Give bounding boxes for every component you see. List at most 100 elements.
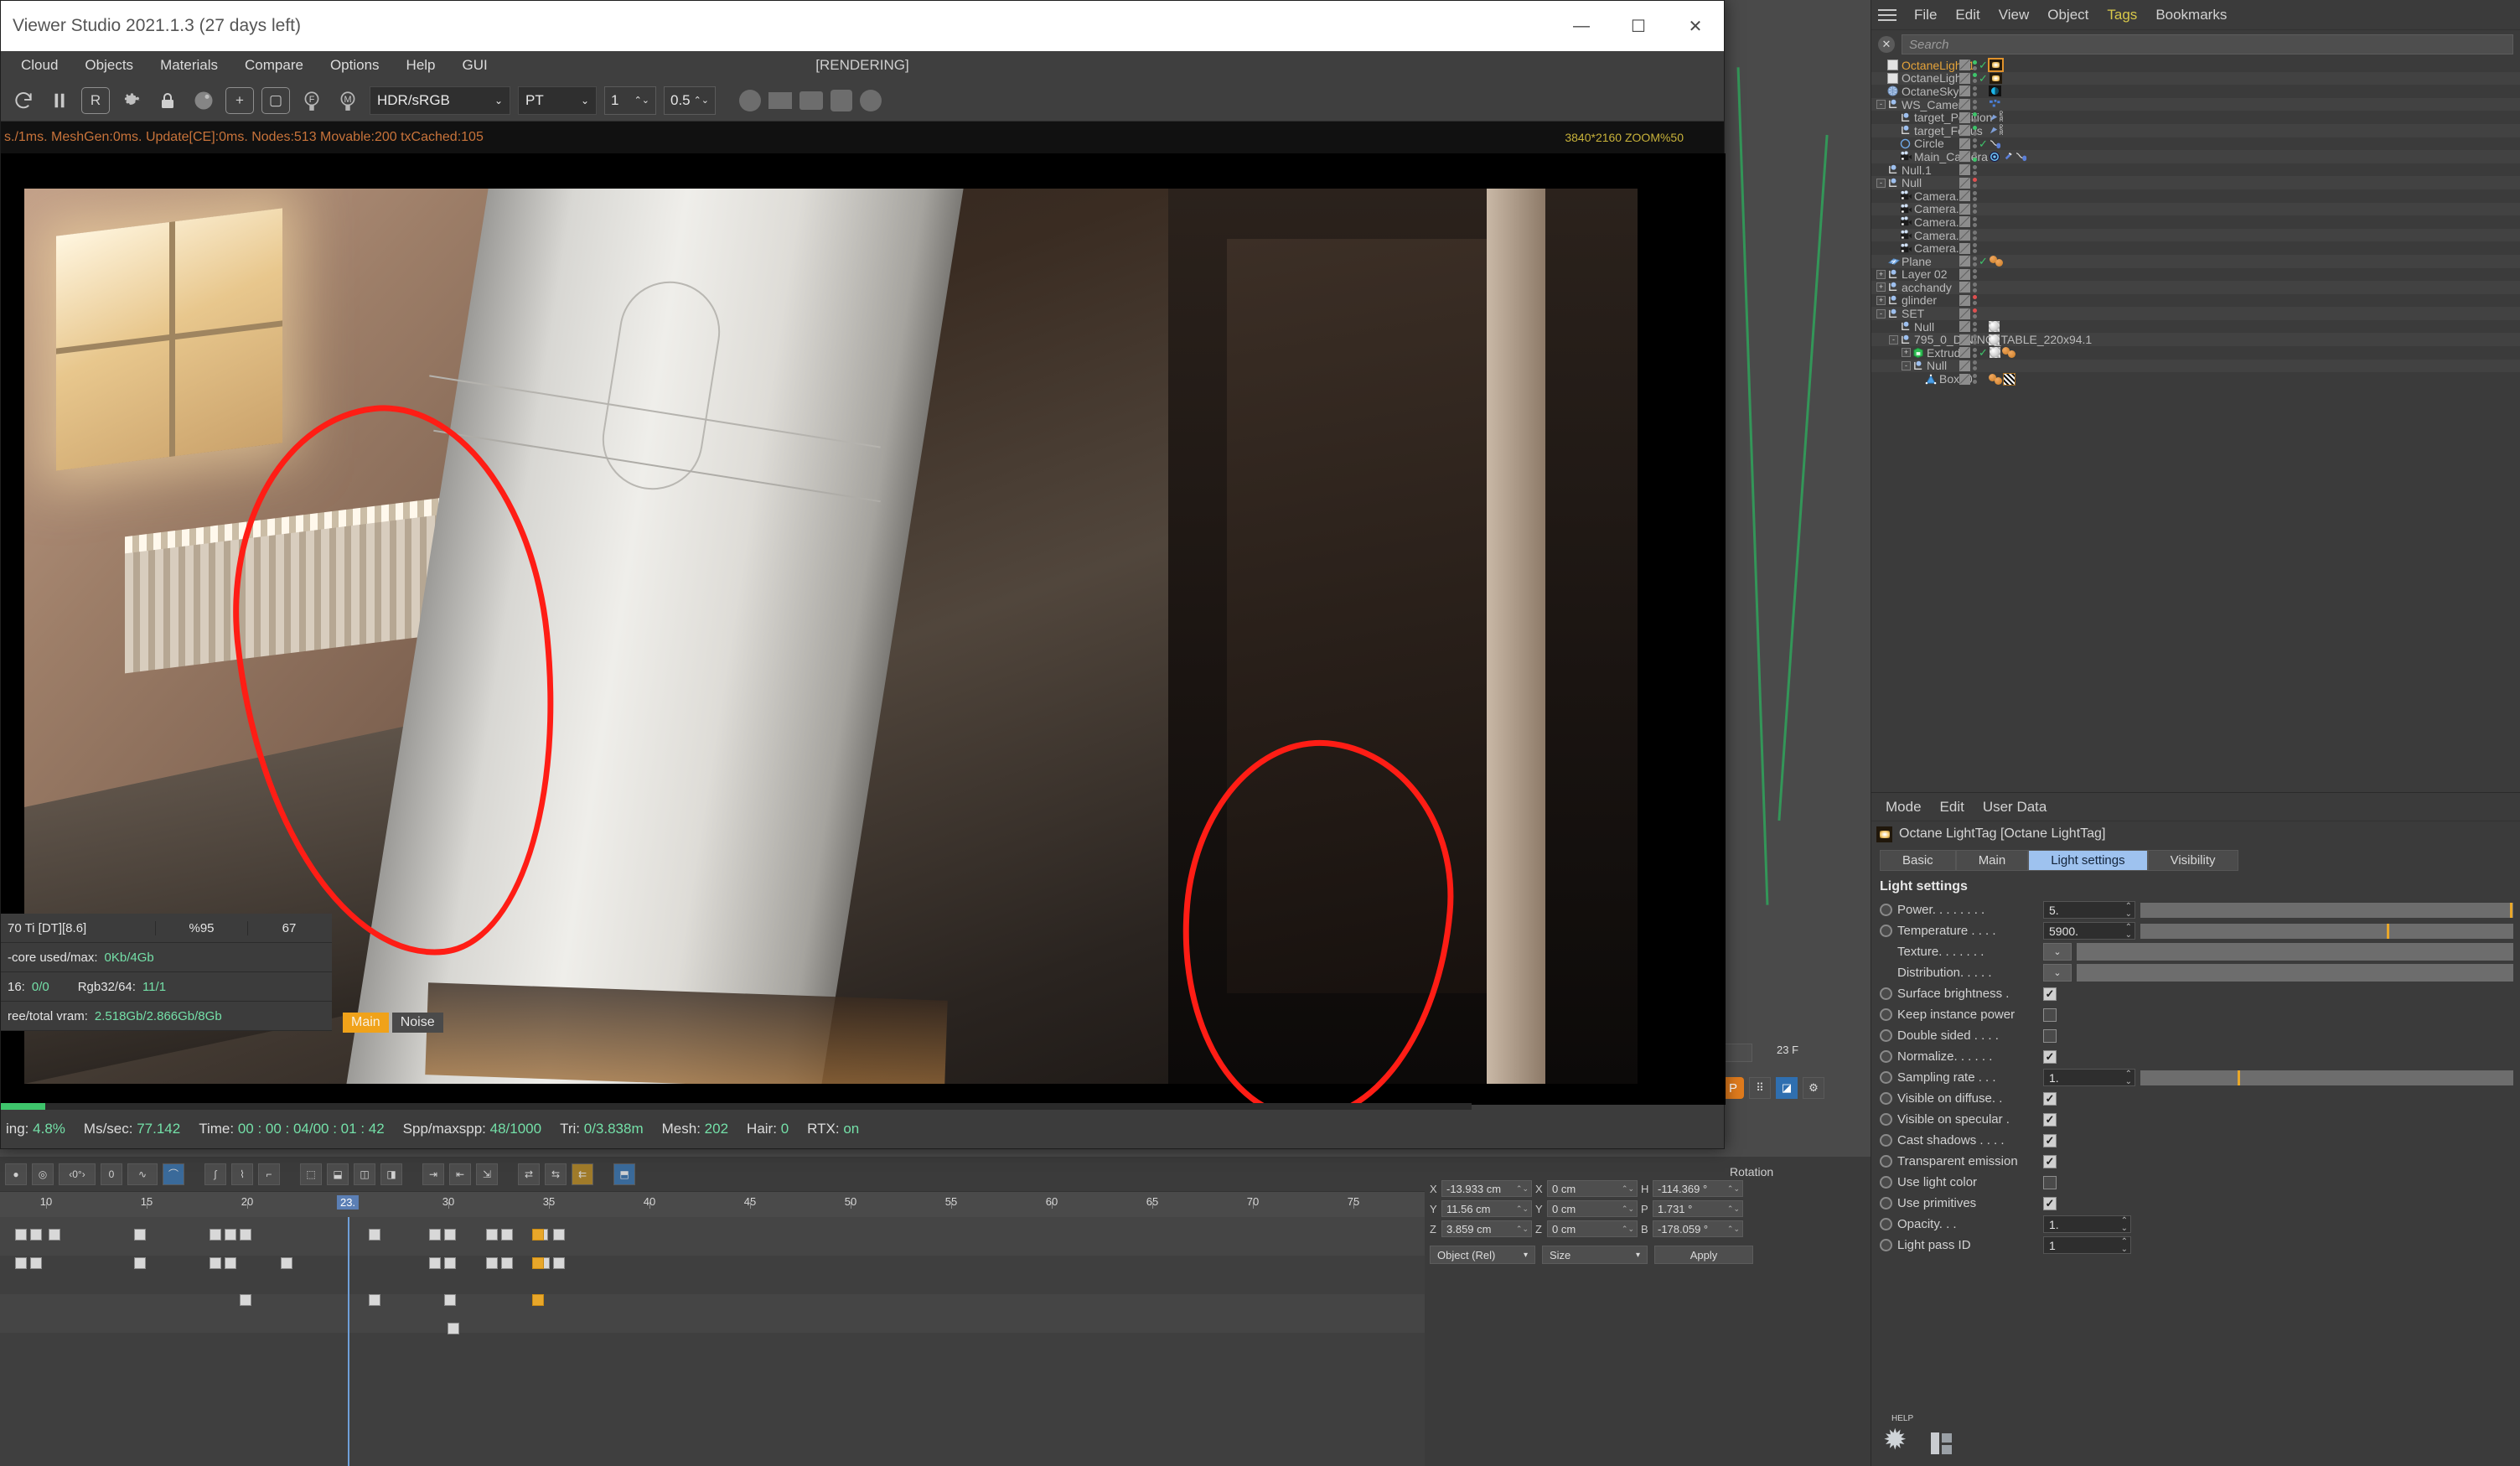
- enable-toggle-icon[interactable]: [1959, 230, 1970, 241]
- material-m-icon[interactable]: M: [334, 86, 362, 115]
- timeline-toolbar[interactable]: ● ◎ ‹0°› 0 ∿ ⌒ ∫ ⌇ ⌐ ⬚ ⬓ ◫ ◨ ⇥ ⇤ ⇲ ⇄ ⇆ ⇇…: [0, 1157, 1425, 1192]
- om-menu-file[interactable]: File: [1905, 4, 1946, 26]
- enable-toggle-icon[interactable]: [1959, 373, 1970, 385]
- hard-interp-icon[interactable]: ⌐: [258, 1163, 280, 1185]
- enable-toggle-icon[interactable]: [1959, 256, 1970, 267]
- timeline-keyframe[interactable]: [429, 1257, 441, 1269]
- timeline-keyframe[interactable]: [369, 1294, 380, 1306]
- reload-icon[interactable]: [9, 86, 38, 115]
- tree-row-tags[interactable]: ✓: [1959, 72, 2002, 84]
- param-slider[interactable]: [2140, 1070, 2513, 1085]
- visibility-dots[interactable]: [1972, 282, 1977, 293]
- param-animate-dot[interactable]: [1880, 1176, 1892, 1189]
- visibility-dots[interactable]: [1972, 73, 1977, 84]
- tree-expander[interactable]: -: [1876, 100, 1886, 110]
- enable-toggle-icon[interactable]: [1959, 203, 1970, 215]
- tree-row[interactable]: Null.1: [1871, 163, 2520, 177]
- attr-row-normalize[interactable]: Normalize. . . . . . ✓: [1871, 1046, 2520, 1067]
- param-checkbox[interactable]: ✓: [2043, 1175, 2057, 1189]
- attr-row-light-pass-id[interactable]: Light pass ID 1 ⌃ ⌄: [1871, 1235, 2520, 1256]
- enable-toggle-icon[interactable]: [1959, 111, 1970, 123]
- attr-row-temperature[interactable]: Temperature . . . . 5900. ⌃ ⌄: [1871, 920, 2520, 941]
- param-value-field[interactable]: 1. ⌃ ⌄: [2043, 1215, 2131, 1233]
- octane-grid-icon[interactable]: ⠿: [1749, 1077, 1771, 1099]
- linear-curve-icon[interactable]: ∿: [127, 1163, 158, 1185]
- enable-toggle-icon[interactable]: [1959, 164, 1970, 176]
- om-menu-view[interactable]: View: [1990, 4, 2039, 26]
- gear-icon[interactable]: [117, 86, 146, 115]
- param-animate-dot[interactable]: [1880, 1155, 1892, 1168]
- tree-row-tags[interactable]: [1959, 190, 1987, 202]
- visibility-dots[interactable]: [1972, 85, 1977, 96]
- attribute-footer-icons[interactable]: ✹ HELP: [1883, 1414, 1952, 1454]
- timeline-keyframe[interactable]: [210, 1257, 221, 1269]
- tree-row[interactable]: Circle ✓: [1871, 137, 2520, 150]
- enable-toggle-icon[interactable]: [1959, 151, 1970, 163]
- enable-toggle-icon[interactable]: [1959, 177, 1970, 189]
- timeline-keyframe[interactable]: [281, 1257, 292, 1269]
- uvw-tag[interactable]: [2003, 372, 2015, 386]
- region-tool-icon[interactable]: ⬒: [613, 1163, 635, 1185]
- attr-tab-visibility[interactable]: Visibility: [2147, 850, 2238, 871]
- param-checkbox[interactable]: ✓: [2043, 1028, 2057, 1043]
- add-icon[interactable]: +: [225, 86, 254, 114]
- enable-toggle-icon[interactable]: [1959, 294, 1970, 306]
- param-checkbox[interactable]: ✓: [2043, 1049, 2057, 1064]
- enable-toggle-icon[interactable]: [1959, 216, 1970, 228]
- tree-row[interactable]: + Layer 02: [1871, 267, 2520, 281]
- param-animate-dot[interactable]: [1880, 1050, 1892, 1063]
- tree-row-tags[interactable]: [1959, 294, 1987, 306]
- viewer-menu-objects[interactable]: Objects: [71, 57, 147, 74]
- timeline-keyframe[interactable]: [429, 1229, 441, 1241]
- tree-row[interactable]: OctaneLight.1 ✓: [1871, 58, 2520, 73]
- param-slider[interactable]: [2140, 902, 2513, 918]
- maximize-icon[interactable]: ☐: [1610, 1, 1667, 51]
- tree-row-tags[interactable]: PSR: [1959, 111, 2003, 123]
- tree-expander[interactable]: -: [1876, 308, 1886, 319]
- position-field[interactable]: 11.56 cm ⌃⌄: [1441, 1200, 1532, 1217]
- visibility-dots[interactable]: [1972, 308, 1977, 319]
- attr-row-visible-on-diffuse[interactable]: Visible on diffuse. . ✓: [1871, 1088, 2520, 1109]
- timeline-keyframe[interactable]: [134, 1257, 146, 1269]
- timeline-keyframe[interactable]: [210, 1229, 221, 1241]
- timeline-keyframe[interactable]: [486, 1257, 498, 1269]
- visibility-dots[interactable]: [1972, 125, 1977, 136]
- timeline-keyframe[interactable]: [444, 1294, 456, 1306]
- enable-toggle-icon[interactable]: [1959, 308, 1970, 319]
- enable-toggle-icon[interactable]: [1959, 334, 1970, 345]
- timeline-keyframe[interactable]: [225, 1229, 236, 1241]
- timeline-keyframe-selected[interactable]: [532, 1229, 544, 1241]
- attr-row-sampling-rate[interactable]: Sampling rate . . . 1. ⌃ ⌄: [1871, 1067, 2520, 1088]
- viewer-toolbar[interactable]: R + ▢ F M HDR/sRGB ⌄ PT ⌄ 1 ⌃⌄ 0.5 ⌃⌄: [1, 80, 1724, 122]
- apply-button[interactable]: Apply: [1654, 1246, 1753, 1264]
- enable-toggle-icon[interactable]: [1959, 360, 1970, 371]
- tab-main[interactable]: Main: [343, 1013, 389, 1033]
- param-animate-dot[interactable]: [1880, 1197, 1892, 1210]
- viewer-menu-compare[interactable]: Compare: [231, 57, 317, 74]
- om-menu-edit[interactable]: Edit: [1946, 4, 1989, 26]
- tree-expander[interactable]: -: [1889, 334, 1898, 344]
- tree-row[interactable]: - Null: [1871, 176, 2520, 189]
- swatch-2-icon[interactable]: [768, 91, 792, 109]
- attr-row-double-sided[interactable]: Double sided . . . . ✓: [1871, 1025, 2520, 1046]
- attr-row-power[interactable]: Power. . . . . . . . 5. ⌃ ⌄: [1871, 899, 2520, 920]
- tree-row-tags[interactable]: [1959, 216, 1987, 228]
- enable-toggle-icon[interactable]: [1959, 137, 1970, 149]
- visibility-dots[interactable]: [1972, 138, 1977, 149]
- visibility-dots[interactable]: [1972, 178, 1977, 189]
- param-checkbox[interactable]: ✓: [2043, 1008, 2057, 1022]
- tree-row-tags[interactable]: PSR: [1959, 125, 2003, 137]
- pause-icon[interactable]: [45, 86, 74, 115]
- search-input[interactable]: Search: [1902, 34, 2513, 54]
- tree-row-tags[interactable]: [1959, 164, 1987, 176]
- close-circle-icon[interactable]: ✕: [1878, 36, 1895, 53]
- kernel-select[interactable]: PT ⌄: [518, 85, 597, 115]
- close-icon[interactable]: ✕: [1667, 1, 1724, 51]
- timeline-keyframe[interactable]: [448, 1323, 459, 1334]
- key-tool-4-icon[interactable]: ◨: [380, 1163, 402, 1185]
- visibility-dots[interactable]: [1972, 334, 1977, 345]
- snap-1-icon[interactable]: ⇥: [422, 1163, 444, 1185]
- tree-row-tags[interactable]: ✓: [1959, 58, 2004, 73]
- tree-row-tags[interactable]: [1959, 203, 1987, 215]
- swatch-1-icon[interactable]: [739, 89, 761, 111]
